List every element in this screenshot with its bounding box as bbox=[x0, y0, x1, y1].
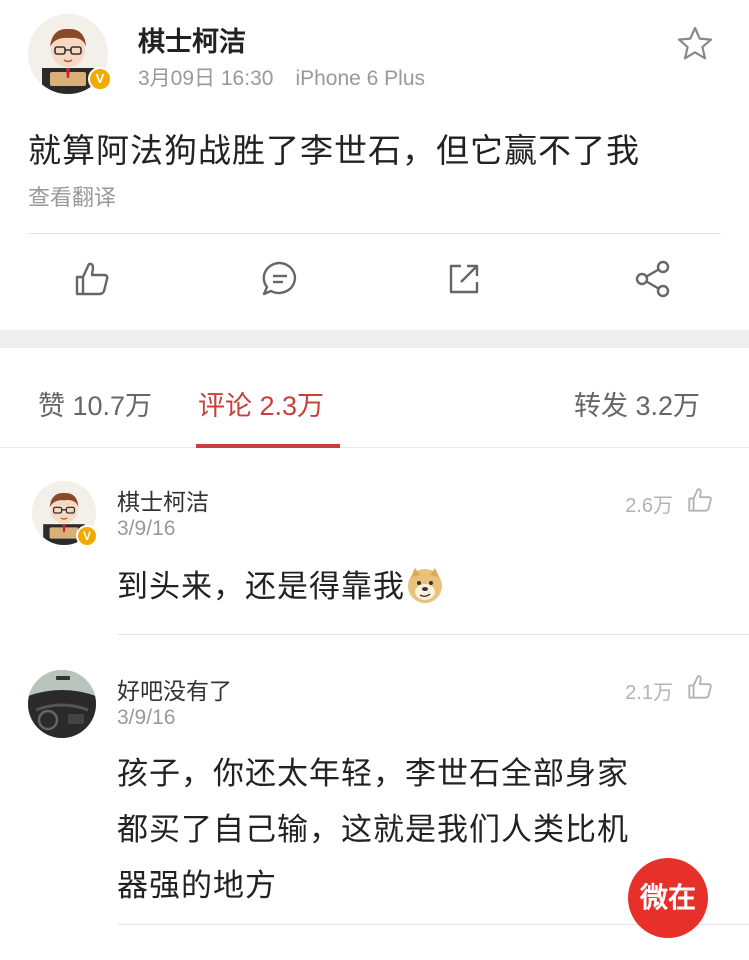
car-interior-photo-icon bbox=[28, 670, 96, 738]
tab-likes[interactable]: 赞 10.7万 bbox=[38, 384, 152, 423]
post-author-name[interactable]: 棋士柯洁 bbox=[138, 20, 246, 59]
active-tab-indicator bbox=[196, 444, 340, 448]
verified-badge-icon: V bbox=[88, 67, 112, 91]
star-icon[interactable] bbox=[675, 24, 715, 64]
comment-text-line: 孩子，你还太年轻，李世石全部身家 bbox=[117, 756, 629, 792]
comment-text-content: 到头来，还是得靠我 bbox=[117, 569, 405, 605]
post-meta: 3月09日 16:30 iPhone 6 Plus bbox=[138, 62, 425, 92]
comment-author-name[interactable]: 棋士柯洁 bbox=[117, 483, 209, 517]
doge-emoji-icon bbox=[405, 565, 445, 605]
section-gap bbox=[0, 330, 749, 348]
comment-icon[interactable] bbox=[259, 258, 301, 300]
repost-icon[interactable] bbox=[443, 258, 485, 300]
share-icon[interactable] bbox=[632, 258, 674, 300]
comment-text-line: 都买了自己输，这就是我们人类比机 bbox=[117, 812, 629, 848]
thumbs-up-icon[interactable] bbox=[685, 672, 715, 702]
divider bbox=[117, 634, 749, 635]
comment-date: 3/9/16 bbox=[117, 706, 176, 729]
comment-like-count: 2.1万 bbox=[625, 682, 673, 704]
comment-item: V 棋士柯洁 3/9/16 2.6万 到头来，还是得靠我 bbox=[0, 449, 749, 635]
post-device: iPhone 6 Plus bbox=[295, 67, 426, 90]
translate-link[interactable]: 查看翻译 bbox=[28, 180, 116, 212]
divider bbox=[28, 233, 721, 234]
post-date: 3月09日 16:30 bbox=[138, 67, 274, 90]
thumbs-up-icon[interactable] bbox=[71, 258, 113, 300]
tab-comments[interactable]: 评论 2.3万 bbox=[198, 384, 324, 423]
verified-badge-icon: V bbox=[76, 525, 98, 547]
weibo-post: V 棋士柯洁 3月09日 16:30 iPhone 6 Plus 就算阿法狗战胜了… bbox=[0, 0, 749, 330]
comment-text: 孩子，你还太年轻，李世石全部身家 都买了自己输，这就是我们人类比机 器强的地方 bbox=[117, 746, 717, 914]
tab-reposts[interactable]: 转发 3.2万 bbox=[574, 384, 700, 423]
interaction-tabs: 赞 10.7万 评论 2.3万 转发 3.2万 bbox=[0, 348, 749, 448]
comment-author-name[interactable]: 好吧没有了 bbox=[117, 672, 232, 706]
comment-date: 3/9/16 bbox=[117, 517, 176, 540]
weizai-watermark-logo: 微在 bbox=[628, 858, 708, 938]
thumbs-up-icon[interactable] bbox=[685, 485, 715, 515]
post-text: 就算阿法狗战胜了李世石，但它赢不了我 bbox=[28, 131, 640, 170]
comment-avatar[interactable] bbox=[28, 670, 96, 738]
comment-text: 到头来，还是得靠我 bbox=[117, 559, 717, 615]
comment-like-count: 2.6万 bbox=[625, 495, 673, 517]
comment-text-line: 器强的地方 bbox=[117, 868, 277, 904]
